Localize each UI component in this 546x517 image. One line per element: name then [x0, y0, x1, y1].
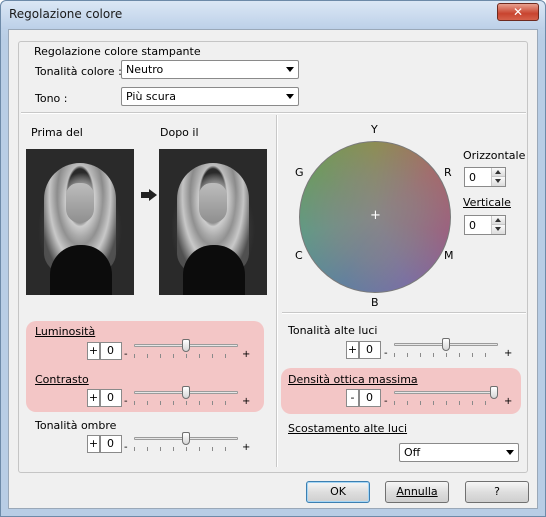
densita-sign[interactable]: -	[346, 389, 359, 407]
tonalita-label: Tonalità colore :	[35, 65, 122, 78]
tonalita-combo[interactable]: Neutro	[121, 60, 299, 79]
slider-thumb[interactable]	[182, 386, 190, 399]
annulla-button[interactable]: Annulla	[385, 481, 449, 503]
ombre-slider[interactable]	[134, 431, 238, 451]
alte-luci-sign[interactable]: +	[346, 341, 359, 359]
spin-down-icon[interactable]	[492, 225, 505, 234]
contrasto-label: Contrasto	[35, 373, 89, 386]
contrasto-minus: -	[124, 396, 128, 407]
chevron-down-icon	[506, 450, 514, 455]
densita-slider[interactable]	[394, 385, 498, 405]
tonalita-value: Neutro	[126, 63, 164, 76]
luminosita-plus: +	[242, 349, 251, 360]
slider-thumb[interactable]	[182, 432, 190, 445]
ombre-label: Tonalità ombre	[35, 419, 117, 432]
help-button[interactable]: ?	[465, 481, 529, 503]
luminosita-slider[interactable]	[134, 338, 238, 358]
alte-luci-value[interactable]: 0	[359, 341, 381, 359]
scostamento-label: Scostamento alte luci	[288, 422, 408, 435]
contrasto-sign[interactable]: +	[87, 389, 100, 407]
contrasto-plus: +	[242, 396, 251, 407]
window-title: Regolazione colore	[9, 7, 123, 21]
luminosita-sign[interactable]: +	[87, 342, 100, 360]
luminosita-minus: -	[124, 349, 128, 360]
verticale-value[interactable]: 0	[469, 219, 476, 232]
verticale-spinner[interactable]: 0	[464, 215, 506, 235]
wheel-crosshair-icon[interactable]: +	[370, 208, 381, 223]
densita-plus: +	[504, 396, 513, 407]
before-label: Prima del	[31, 126, 83, 139]
wheel-label-y: Y	[371, 123, 378, 136]
tono-combo[interactable]: Più scura	[121, 87, 299, 106]
tono-label: Tono :	[35, 92, 68, 105]
annulla-label: Annulla	[396, 485, 438, 498]
spin-down-icon[interactable]	[492, 177, 505, 186]
ombre-plus: +	[242, 442, 251, 453]
verticale-label: Verticale	[463, 196, 511, 209]
arrow-right-icon	[141, 189, 157, 201]
slider-thumb[interactable]	[490, 386, 498, 399]
divider-right	[282, 312, 526, 314]
ombre-sign[interactable]: +	[87, 435, 100, 453]
slider-thumb[interactable]	[442, 338, 450, 351]
slider-thumb[interactable]	[182, 339, 190, 352]
orizzontale-spinner[interactable]: 0	[464, 167, 506, 187]
preview-after-image	[159, 149, 267, 295]
title-bar[interactable]: Regolazione colore ✕	[1, 1, 545, 29]
tono-value: Più scura	[126, 90, 176, 103]
divider-top	[21, 112, 526, 114]
orizzontale-label: Orizzontale	[463, 149, 526, 162]
contrasto-slider[interactable]	[134, 385, 238, 405]
close-button[interactable]: ✕	[497, 3, 539, 21]
wheel-label-m: M	[444, 249, 454, 262]
divider-center	[276, 115, 278, 467]
ok-button[interactable]: OK	[306, 481, 370, 503]
group-legend: Regolazione colore stampante	[31, 45, 204, 58]
chevron-down-icon	[286, 67, 294, 72]
orizzontale-value[interactable]: 0	[469, 171, 476, 184]
spin-up-icon[interactable]	[492, 168, 505, 177]
after-label: Dopo il	[160, 126, 199, 139]
wheel-label-r: R	[444, 166, 452, 179]
alte-luci-plus: +	[504, 348, 513, 359]
ombre-value[interactable]: 0	[100, 435, 122, 453]
wheel-label-c: C	[295, 249, 303, 262]
wheel-label-b: B	[371, 296, 379, 309]
alte-luci-minus: -	[384, 348, 388, 359]
luminosita-value[interactable]: 0	[100, 342, 122, 360]
chevron-down-icon	[286, 94, 294, 99]
alte-luci-label: Tonalità alte luci	[288, 324, 378, 337]
scostamento-value: Off	[404, 446, 421, 459]
dialog-window: Regolazione colore ✕ Regolazione colore …	[0, 0, 546, 517]
luminosita-label: Luminosità	[35, 325, 96, 338]
preview-before-image	[26, 149, 134, 295]
densita-value[interactable]: 0	[359, 389, 381, 407]
contrasto-value[interactable]: 0	[100, 389, 122, 407]
alte-luci-slider[interactable]	[394, 337, 498, 357]
spin-up-icon[interactable]	[492, 216, 505, 225]
wheel-label-g: G	[295, 166, 304, 179]
ombre-minus: -	[124, 442, 128, 453]
scostamento-combo[interactable]: Off	[399, 443, 519, 462]
densita-minus: -	[384, 396, 388, 407]
